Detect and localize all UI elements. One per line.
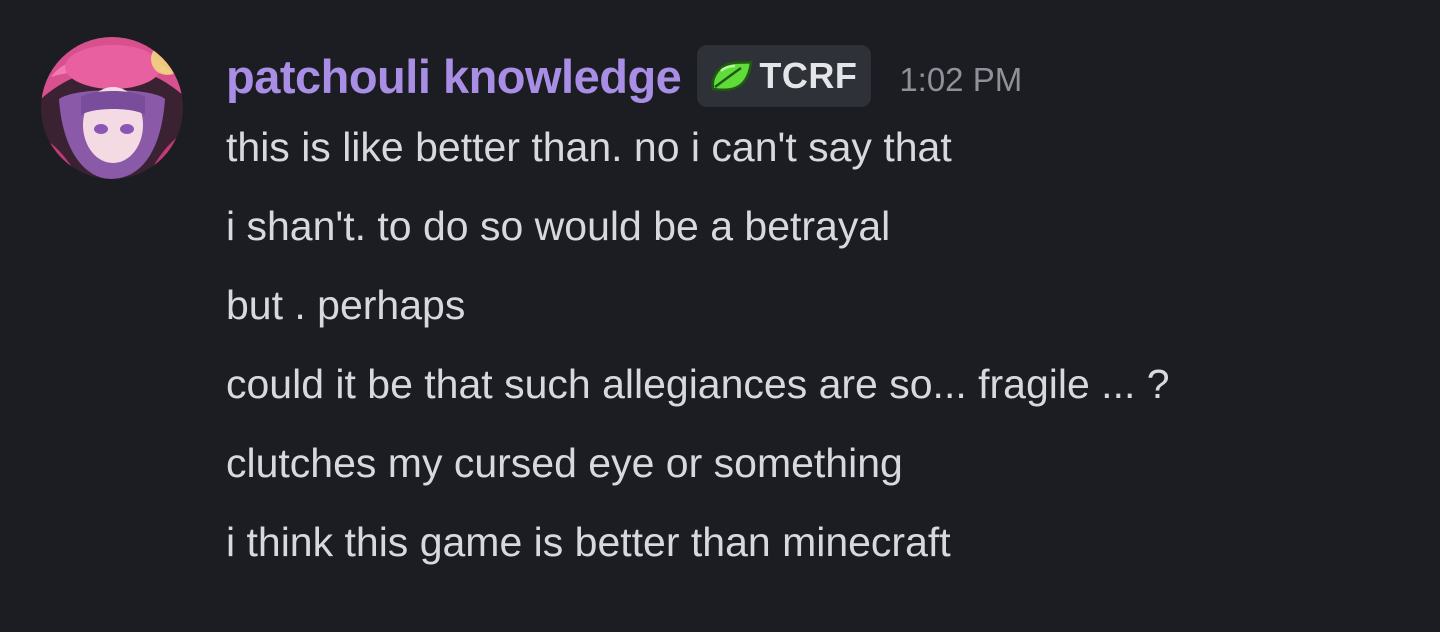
message-line: i think this game is better than minecra… xyxy=(226,519,951,565)
message-line: clutches my cursed eye or something xyxy=(226,440,903,486)
message-line: but . perhaps xyxy=(226,282,466,328)
message-header: patchouli knowledge TCRF 1:02 PM xyxy=(226,40,1022,112)
leaf-icon xyxy=(711,60,753,92)
timestamp[interactable]: 1:02 PM xyxy=(899,61,1022,99)
tag-label: TCRF xyxy=(759,55,858,96)
avatar-image xyxy=(41,37,183,179)
message-line: this is like better than. no i can't say… xyxy=(226,124,952,170)
chat-message: patchouli knowledge TCRF 1:02 PM this is… xyxy=(0,0,1440,632)
user-avatar[interactable] xyxy=(41,37,183,179)
message-content: this is like better than. no i can't say… xyxy=(226,117,1170,591)
username[interactable]: patchouli knowledge xyxy=(226,49,682,104)
server-tag[interactable]: TCRF xyxy=(697,45,872,107)
message-line: i shan't. to do so would be a betrayal xyxy=(226,203,891,249)
message-line: could it be that such allegiances are so… xyxy=(226,361,1170,407)
